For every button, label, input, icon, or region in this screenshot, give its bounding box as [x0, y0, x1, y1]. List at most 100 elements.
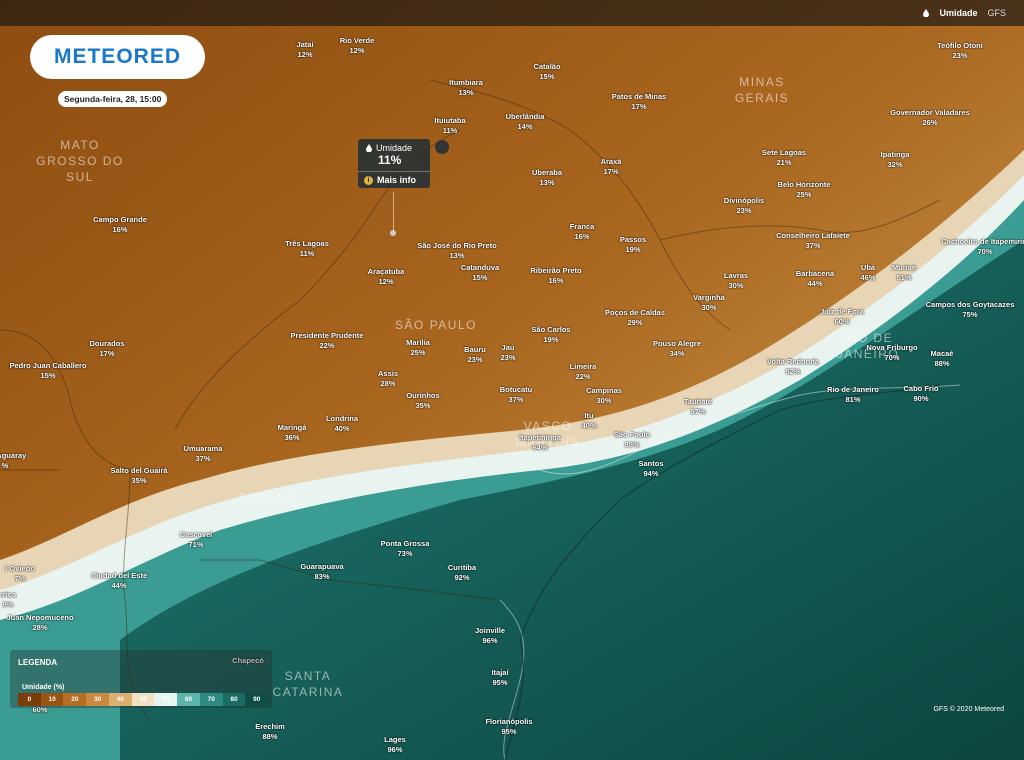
city-name: Rio Verde: [339, 36, 375, 45]
city-marker[interactable]: São Paulo 85%: [614, 430, 650, 450]
city-humidity-value: 12%: [349, 46, 365, 55]
city-marker[interactable]: Barbacena 44%: [796, 269, 834, 289]
model-selector[interactable]: GFS: [987, 8, 1006, 18]
city-marker[interactable]: Rio de Janeiro 81%: [827, 385, 879, 405]
city-name: Barbacena: [795, 269, 835, 278]
city-marker[interactable]: Conselheiro Lafaiete 37%: [776, 231, 850, 251]
city-marker[interactable]: Pouso Alegre 34%: [653, 339, 701, 359]
city-marker[interactable]: Ribeirão Preto 16%: [530, 266, 581, 286]
city-marker[interactable]: Campinas 30%: [586, 386, 622, 406]
city-marker[interactable]: Volta Redonda 52%: [767, 357, 819, 377]
droplet-icon: [366, 144, 372, 152]
city-name: Nova Friburgo: [866, 343, 918, 352]
city-name: Araxá: [600, 157, 622, 166]
city-marker[interactable]: Uberlândia 14%: [506, 112, 545, 132]
city-marker[interactable]: Macaé 88%: [931, 349, 954, 369]
city-marker[interactable]: del Aguaray%: [0, 451, 26, 471]
city-marker[interactable]: São José do Rio Preto 13%: [417, 241, 497, 261]
city-humidity-value: 25%: [796, 190, 812, 199]
city-marker[interactable]: Juiz de Fora 60%: [820, 307, 864, 327]
city-marker[interactable]: Lages 96%: [384, 735, 406, 755]
city-marker[interactable]: Belo Horizonte 25%: [778, 180, 831, 200]
city-marker[interactable]: rrica 9%: [0, 590, 16, 610]
layer-selector[interactable]: Umidade: [939, 8, 977, 18]
city-marker[interactable]: Muriaé 51%: [892, 263, 916, 283]
city-marker[interactable]: Ubá 46%: [860, 263, 875, 283]
city-marker[interactable]: Maringá 36%: [278, 423, 307, 443]
city-marker[interactable]: Marília 25%: [406, 338, 430, 358]
city-marker[interactable]: Ourinhos 35%: [406, 391, 439, 411]
city-marker[interactable]: Presidente Prudente 22%: [291, 331, 364, 351]
city-marker[interactable]: Guarapuava 83%: [300, 562, 343, 582]
city-marker[interactable]: Três Lagoas 11%: [285, 239, 329, 259]
city-name: rrica: [0, 590, 17, 599]
city-name: Divinópolis: [723, 196, 765, 205]
city-marker[interactable]: Governador Valadares 26%: [890, 108, 970, 128]
city-marker[interactable]: Londrina 40%: [326, 414, 358, 434]
city-marker[interactable]: Santos 94%: [638, 459, 663, 479]
city-marker[interactable]: Teófilo Otoni 23%: [937, 41, 983, 61]
city-marker[interactable]: Jaú 23%: [500, 343, 515, 363]
city-marker[interactable]: Florianópolis 95%: [485, 717, 532, 737]
city-marker[interactable]: Ponta Grossa 73%: [381, 539, 430, 559]
city-marker[interactable]: Varginha 30%: [693, 293, 725, 313]
meteored-logo[interactable]: METEORED: [30, 35, 205, 79]
city-marker[interactable]: Salto del Guairá 35%: [110, 466, 167, 486]
city-marker[interactable]: Botucatu 37%: [500, 385, 533, 405]
city-humidity-value: 81%: [845, 395, 861, 404]
city-marker[interactable]: Itajaí 95%: [491, 668, 508, 688]
city-marker[interactable]: Joinville 96%: [475, 626, 505, 646]
city-marker[interactable]: Araxá 17%: [601, 157, 622, 177]
city-marker[interactable]: São Carlos 19%: [531, 325, 570, 345]
city-marker[interactable]: Cascavel 71%: [180, 530, 213, 550]
city-marker[interactable]: Bauru 23%: [464, 345, 486, 365]
city-name: São Paulo: [613, 430, 651, 439]
city-marker[interactable]: Ituiutaba 11%: [434, 116, 465, 136]
city-marker[interactable]: Pedro Juan Caballero 15%: [9, 361, 86, 381]
city-name: Ituiutaba: [434, 116, 466, 125]
city-marker[interactable]: Itapetininga 64%: [519, 433, 561, 453]
city-marker[interactable]: Taubaté 57%: [684, 397, 712, 417]
city-name: Itu: [584, 411, 594, 420]
city-marker[interactable]: Sete Lagoas 21%: [762, 148, 806, 168]
city-marker[interactable]: Cachoeiro de Itapemirim 70%: [941, 237, 1024, 257]
city-marker[interactable]: Catalão 15%: [533, 62, 560, 82]
city-marker[interactable]: Juan Nepomuceno 28%: [6, 613, 73, 633]
city-marker[interactable]: Lavras 30%: [724, 271, 748, 291]
city-marker[interactable]: Campos dos Goytacazes 75%: [926, 300, 1015, 320]
city-humidity-value: 64%: [532, 443, 548, 452]
city-marker[interactable]: Curitiba 92%: [448, 563, 476, 583]
city-marker[interactable]: Itumbiara 13%: [449, 78, 483, 98]
city-marker[interactable]: Umuarama 37%: [184, 444, 223, 464]
city-marker[interactable]: Poços de Caldas 29%: [605, 308, 665, 328]
city-name: Jataí: [296, 40, 314, 49]
city-marker[interactable]: l Oviedo 7%: [5, 564, 35, 584]
city-marker[interactable]: Rio Verde 12%: [340, 36, 375, 56]
selected-location-pin[interactable]: [390, 230, 396, 236]
city-marker[interactable]: Araçatuba 12%: [368, 267, 405, 287]
city-name: Limeira: [569, 362, 597, 371]
city-marker[interactable]: Nova Friburgo 70%: [866, 343, 917, 363]
city-marker[interactable]: Ciudad del Este 44%: [91, 571, 147, 591]
city-marker[interactable]: Uberaba 13%: [532, 168, 562, 188]
city-marker[interactable]: Catanduva 15%: [461, 263, 499, 283]
city-humidity-value: 23%: [952, 51, 968, 60]
city-marker[interactable]: Patos de Minas 17%: [612, 92, 667, 112]
city-humidity-value: 95%: [492, 678, 508, 687]
city-humidity-value: 22%: [575, 372, 591, 381]
city-marker[interactable]: Jataí 12%: [296, 40, 313, 60]
city-marker[interactable]: Franca 16%: [570, 222, 595, 242]
city-marker[interactable]: Limeira 22%: [570, 362, 597, 382]
city-marker[interactable]: Itu 40%: [581, 411, 596, 431]
city-marker[interactable]: Cabo Frio 90%: [904, 384, 939, 404]
city-marker[interactable]: Ipatinga 32%: [881, 150, 910, 170]
more-info-button[interactable]: i Mais info: [358, 171, 430, 188]
city-marker[interactable]: Campo Grande 16%: [93, 215, 147, 235]
city-marker[interactable]: Erechim 88%: [255, 722, 285, 742]
city-marker[interactable]: Passos 19%: [620, 235, 646, 255]
tooltip-close-handle[interactable]: [435, 140, 449, 154]
city-marker[interactable]: Divinópolis 23%: [724, 196, 764, 216]
city-marker[interactable]: Assis 28%: [378, 369, 398, 389]
more-info-label: Mais info: [377, 175, 417, 185]
city-marker[interactable]: Dourados 17%: [89, 339, 124, 359]
